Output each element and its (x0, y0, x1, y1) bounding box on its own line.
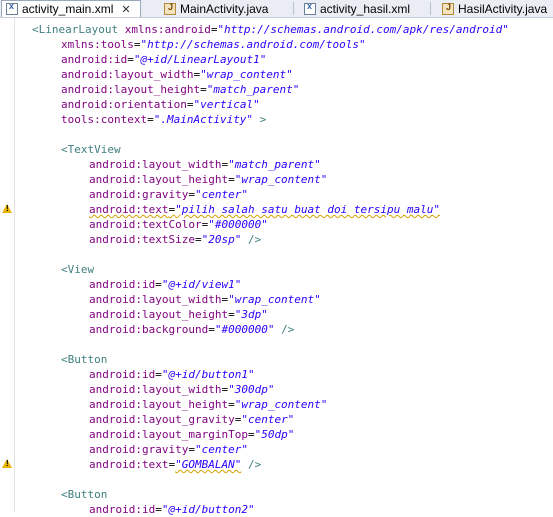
code-line-warning: android:text="pilih salah satu buat doi … (89, 203, 441, 216)
tab-separator (430, 2, 431, 15)
code-line: android:layout_marginTop="50dp" (89, 428, 295, 441)
code-line: android:orientation="vertical" (61, 98, 260, 111)
code-line: <TextView (61, 143, 121, 156)
tab-separator (293, 2, 294, 15)
code-line: android:layout_width="wrap_content" (89, 293, 321, 306)
code-line: android:layout_height="wrap_content" (89, 398, 328, 411)
tab-label: HasilActivity.java (458, 1, 548, 16)
code-line: <View (61, 263, 95, 276)
code-line: <Button (61, 488, 108, 501)
tab-mainactivity-java[interactable]: MainActivity.java (160, 0, 268, 17)
code-line: <LinearLayout xmlns:android="http://sche… (32, 23, 509, 36)
code-line: <Button (61, 353, 108, 366)
code-line: xmlns:tools="http://schemas.android.com/… (61, 38, 366, 51)
code-line: android:gravity="center" (89, 443, 248, 456)
code-line: android:layout_width="300dp" (89, 383, 275, 396)
tab-label: activity_main.xml (22, 2, 114, 16)
code-line: android:layout_width="match_parent" (89, 158, 321, 171)
code-line: android:layout_width="wrap_content" (61, 68, 293, 81)
java-file-icon (164, 2, 176, 15)
tab-activity-main-xml[interactable]: activity_main.xml ✕ (1, 0, 141, 17)
xml-file-icon (6, 1, 18, 15)
code-line-warning: android:text="GOMBALAN" /> (89, 458, 262, 471)
java-file-icon (442, 2, 454, 15)
code-line: android:background="#000000" /> (89, 323, 295, 336)
editor-gutter (0, 18, 15, 512)
code-line: android:id="@+id/view1" (89, 278, 242, 291)
code-line: android:layout_gravity="center" (89, 413, 295, 426)
code-line: android:gravity="center" (89, 188, 248, 201)
tab-label: MainActivity.java (180, 1, 269, 16)
xml-file-icon (304, 1, 316, 15)
tab-activity-hasil-xml[interactable]: activity_hasil.xml (300, 0, 410, 17)
code-line: android:layout_height="3dp" (89, 308, 268, 321)
code-line: android:id="@+id/button1" (89, 368, 255, 381)
editor-tab-bar: activity_main.xml ✕ MainActivity.java ac… (0, 0, 553, 18)
warning-icon[interactable] (2, 204, 12, 213)
xml-code-editor[interactable]: <LinearLayout xmlns:android="http://sche… (16, 18, 553, 516)
code-line: android:id="@+id/button2" (89, 503, 255, 516)
code-line: android:layout_height="match_parent" (61, 83, 300, 96)
code-line: android:id="@+id/LinearLayout1" (61, 53, 267, 66)
code-line: android:textSize="20sp" /> (89, 233, 262, 246)
warning-icon[interactable] (2, 459, 12, 468)
code-line: tools:context=".MainActivity" > (61, 113, 267, 126)
close-icon[interactable]: ✕ (121, 3, 130, 16)
tab-hasilactivity-java[interactable]: HasilActivity.java (438, 0, 547, 17)
tab-label: activity_hasil.xml (320, 1, 411, 16)
code-line: android:layout_height="wrap_content" (89, 173, 328, 186)
code-line: android:textColor="#000000" (89, 218, 268, 231)
